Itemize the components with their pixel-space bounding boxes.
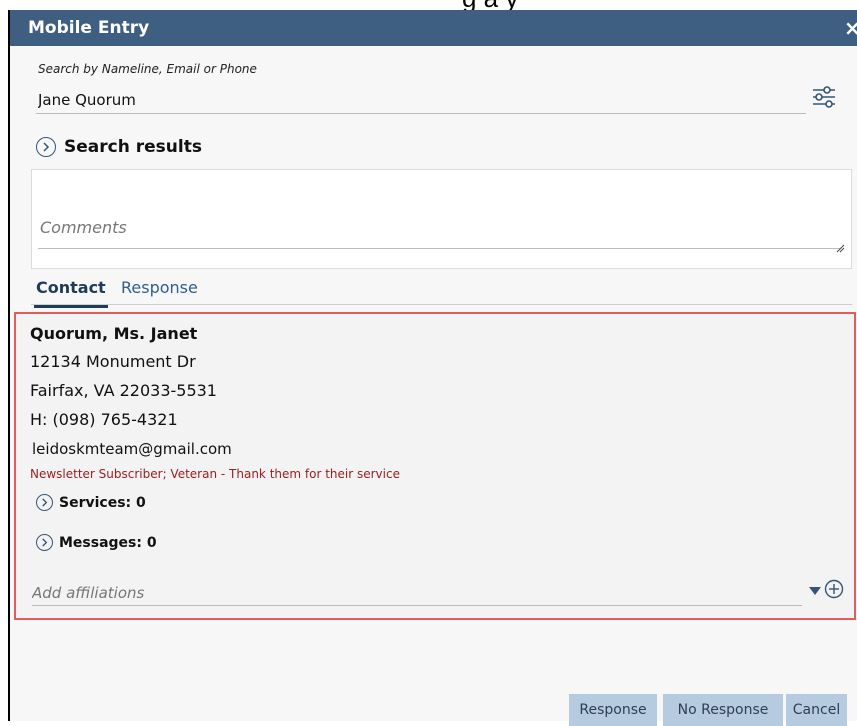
contact-address-line2: Fairfax, VA 22033-5531 <box>30 381 217 400</box>
contact-phone: H: (098) 765-4321 <box>30 410 178 429</box>
comments-field[interactable]: Comments <box>31 169 852 269</box>
search-results-toggle[interactable]: Search results <box>36 134 202 160</box>
services-toggle[interactable]: Services: 0 <box>36 494 146 511</box>
comments-placeholder: Comments <box>40 218 127 237</box>
dialog-title: Mobile Entry <box>28 18 150 38</box>
resize-grip-icon[interactable] <box>835 238 845 253</box>
services-label: Services: 0 <box>59 494 146 511</box>
messages-toggle[interactable]: Messages: 0 <box>36 534 157 551</box>
response-button-main[interactable]: Response <box>569 694 657 726</box>
chevron-right-icon <box>36 137 56 157</box>
search-results-label: Search results <box>64 137 202 157</box>
comments-underline <box>38 248 841 249</box>
affiliations-input[interactable] <box>32 580 802 606</box>
tab-response[interactable]: Response <box>121 278 198 297</box>
contact-card: Quorum, Ms. Janet 12134 Monument Dr Fair… <box>14 312 856 620</box>
messages-label: Messages: 0 <box>59 534 157 551</box>
contact-note: Newsletter Subscriber; Veteran - Thank t… <box>30 467 400 481</box>
tab-contact[interactable]: Contact <box>34 278 108 308</box>
tab-bar: Contact Response <box>31 274 852 308</box>
search-label: Search by Nameline, Email or Phone <box>38 62 257 76</box>
dialog-titlebar: Mobile Entry × <box>10 10 857 46</box>
chevron-right-icon <box>36 534 53 551</box>
background-text-fragment: g a y <box>0 0 857 10</box>
dropdown-arrow-icon[interactable] <box>808 583 822 597</box>
contact-name: Quorum, Ms. Janet <box>30 324 198 343</box>
search-input[interactable] <box>36 86 806 114</box>
mobile-entry-dialog: Mobile Entry × Search by Nameline, Email… <box>8 10 857 721</box>
close-icon[interactable]: × <box>844 16 857 40</box>
chevron-right-icon <box>36 494 53 511</box>
contact-address-line1: 12134 Monument Dr <box>30 352 196 371</box>
add-circle-icon[interactable] <box>824 579 844 599</box>
no-response-button[interactable]: No Response <box>663 694 783 726</box>
contact-email: leidoskmteam@gmail.com <box>32 440 232 458</box>
cancel-button[interactable]: Cancel <box>786 694 847 726</box>
sliders-icon[interactable] <box>810 82 838 112</box>
